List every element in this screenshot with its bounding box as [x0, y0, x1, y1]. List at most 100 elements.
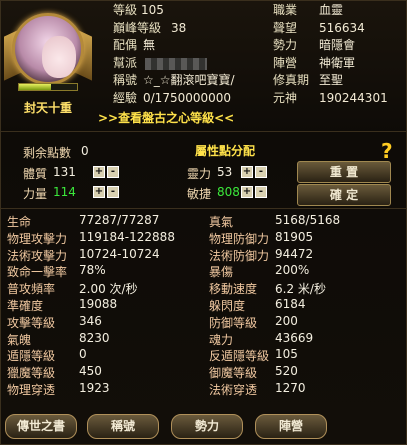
tab-title[interactable]: 稱號 [87, 414, 159, 439]
stat-value: 1923 [79, 380, 110, 395]
avatar-face [42, 36, 76, 78]
stat-label: 普攻頻率 [7, 282, 56, 297]
level-progress-bar [18, 83, 78, 91]
stat-value: 119184-122888 [79, 229, 175, 244]
stat-label: 法術防御力 [209, 248, 270, 263]
stat-row: 生命 77287/77287 真氣 5168/5168 [7, 213, 402, 230]
reputation-value: 516634 [319, 20, 365, 35]
stat-row: 法術攻擊力 10724-10724 法術防御力 94472 [7, 247, 402, 264]
attribute-allocation-title: 屬性點分配 [195, 144, 256, 158]
stat-row: 氣魄 8230 魂力 43669 [7, 331, 402, 348]
stat-label: 物理攻擊力 [7, 231, 68, 246]
tab-faction[interactable]: 勢力 [171, 414, 243, 439]
divider [1, 131, 407, 132]
guild-value-redacted [145, 57, 207, 70]
stat-value: 77287/77287 [79, 213, 160, 227]
camp-label: 陣營 [273, 55, 298, 70]
peak-level-label: 巔峰等級 [113, 20, 162, 35]
stat-value: 105 [275, 347, 298, 362]
stat-row: 物理攻擊力 119184-122888 物理防御力 81905 [7, 230, 402, 247]
stat-row: 獵魔等級 450 御魔等級 520 [7, 364, 402, 381]
stat-value: 43669 [275, 330, 314, 345]
avatar [12, 13, 84, 85]
stat-row: 遁隱等級 0 反遁隱等級 105 [7, 347, 402, 364]
stat-label: 法術穿透 [209, 382, 258, 397]
character-panel: 封天十重 等級 105 巔峰等級 38 配偶無 幫派 稱號 ☆_☆翻滾吧寶寶/ 經驗 0… [0, 0, 407, 445]
level-value: 105 [141, 3, 164, 17]
stat-value: 6184 [275, 296, 306, 311]
title-label: 稱號 [113, 73, 138, 88]
stat-label: 躲閃度 [209, 298, 246, 313]
constitution-minus-button[interactable]: - [107, 166, 119, 178]
cultivation-label: 修真期 [273, 73, 310, 88]
stat-label: 致命一擊率 [7, 265, 68, 280]
stat-label: 暴傷 [209, 265, 234, 280]
stat-value: 81905 [275, 229, 314, 244]
agility-minus-button[interactable]: - [255, 186, 267, 198]
constitution-value: 131 [53, 165, 76, 179]
spirit-value: 190244301 [319, 90, 388, 105]
faction-value: 暗隱會 [319, 38, 356, 53]
remaining-points-label: 剩余點數 [23, 146, 72, 160]
character-portrait: 封天十重 [4, 3, 92, 117]
faction-label: 勢力 [273, 38, 298, 53]
remaining-points-value: 0 [81, 144, 89, 158]
stat-row: 物理穿透 1923 法術穿透 1270 [7, 381, 402, 398]
constitution-plus-button[interactable]: + [93, 166, 105, 178]
stat-value: 520 [275, 364, 298, 379]
cultivation-value: 至聖 [319, 73, 344, 88]
guild-label: 幫派 [113, 55, 138, 70]
stat-value: 6.2 米/秒 [275, 282, 326, 297]
confirm-button[interactable]: 確 定 [297, 184, 391, 206]
reset-button[interactable]: 重 置 [297, 161, 391, 183]
profile-info-left: 等級 105 巔峰等級 38 配偶無 幫派 稱號 ☆_☆翻滾吧寶寶/ 經驗 0/1750… [113, 2, 235, 108]
exp-value: 0/1750000000 [143, 90, 232, 105]
stat-label: 物理穿透 [7, 382, 56, 397]
spirit-label: 元神 [273, 90, 298, 105]
stat-value: 450 [79, 364, 102, 379]
divider [1, 208, 407, 209]
stat-value: 94472 [275, 246, 314, 261]
spirit-power-minus-button[interactable]: - [255, 166, 267, 178]
strength-value: 114 [53, 185, 76, 199]
stat-label: 真氣 [209, 215, 234, 229]
spirit-power-value: 53 [217, 165, 233, 179]
stat-label: 獵魔等級 [7, 366, 56, 381]
profile-info-right: 職業 血靈 聲望 516634 勢力 暗隱會 陣營 神衛軍 修真期 至聖 元神 190244… [273, 2, 388, 108]
constitution-label: 體質 [23, 167, 48, 181]
stat-row: 普攻頻率 2.00 次/秒 移動速度 6.2 米/秒 [7, 280, 402, 297]
stat-value: 0 [79, 347, 87, 362]
stat-value: 78% [79, 263, 106, 278]
stat-value: 1270 [275, 380, 306, 395]
rank-title: 封天十重 [23, 101, 72, 115]
spirit-power-plus-button[interactable]: + [241, 166, 253, 178]
agility-plus-button[interactable]: + [241, 186, 253, 198]
stat-label: 生命 [7, 215, 32, 229]
agility-label: 敏捷 [187, 187, 212, 201]
spouse-value: 無 [143, 38, 156, 53]
class-value: 血靈 [319, 3, 344, 17]
stat-label: 氣魄 [7, 332, 32, 347]
stat-label: 攻擊等級 [7, 315, 56, 330]
help-icon[interactable]: ? [381, 139, 393, 163]
class-label: 職業 [273, 3, 298, 17]
level-label: 等級 [113, 3, 138, 17]
stat-label: 魂力 [209, 332, 234, 347]
strength-plus-button[interactable]: + [93, 186, 105, 198]
view-pangu-heart-link[interactable]: >>查看盤古之心等級<< [98, 109, 234, 126]
stat-value: 346 [79, 313, 102, 328]
stat-label: 準確度 [7, 298, 44, 313]
tab-camp[interactable]: 陣營 [255, 414, 327, 439]
level-progress-fill [19, 84, 51, 90]
title-value: ☆_☆翻滾吧寶寶/ [143, 73, 235, 88]
stat-value: 19088 [79, 296, 118, 311]
spouse-label: 配偶 [113, 38, 138, 53]
tab-legacy-book[interactable]: 傳世之書 [5, 414, 77, 439]
reputation-label: 聲望 [273, 20, 298, 35]
stat-value: 200 [275, 313, 298, 328]
stat-value: 10724-10724 [79, 246, 160, 261]
strength-minus-button[interactable]: - [107, 186, 119, 198]
camp-value: 神衛軍 [319, 55, 356, 70]
strength-label: 力量 [23, 187, 48, 201]
stat-value: 8230 [79, 330, 110, 345]
